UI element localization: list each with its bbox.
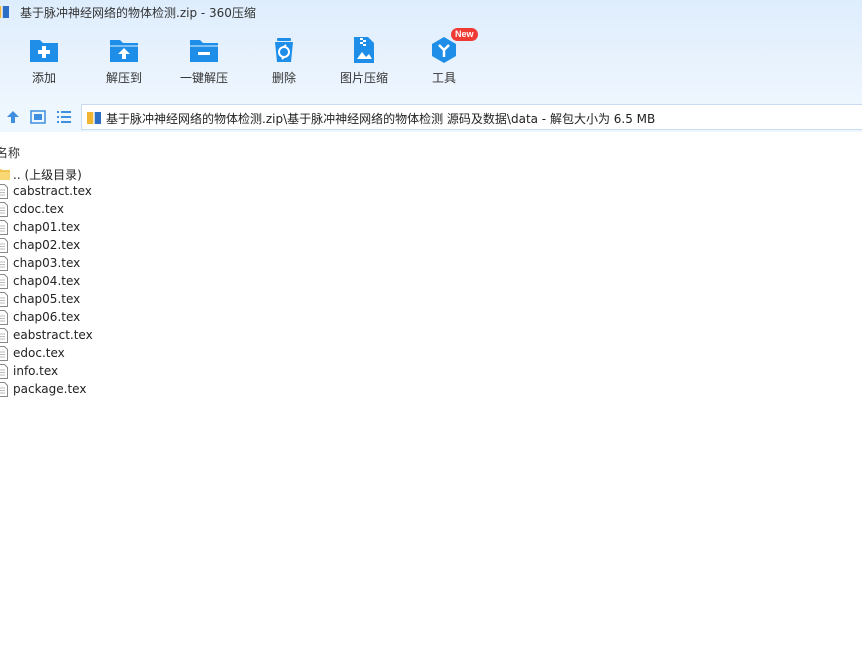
list-item[interactable]: chap05.tex (0, 291, 862, 309)
file-name: .. (上级目录) (13, 168, 82, 182)
file-name: edoc.tex (13, 346, 65, 360)
delete-icon (244, 36, 324, 64)
file-name: cdoc.tex (13, 202, 64, 216)
delete-button[interactable]: 删除 (244, 30, 324, 94)
list-header: 名称 (0, 140, 862, 162)
file-name: chap05.tex (13, 292, 81, 306)
file-name: cabstract.tex (13, 184, 92, 198)
image-compress-icon (324, 36, 404, 64)
file-name: chap03.tex (13, 256, 81, 270)
file-name: info.tex (13, 364, 59, 378)
list-item[interactable]: package.tex (0, 381, 862, 399)
file-name: chap04.tex (13, 274, 81, 288)
one-click-extract-button[interactable]: 一键解压 (164, 30, 244, 94)
list-view-icon[interactable] (55, 108, 73, 126)
address-row: 基于脉冲神经网络的物体检测.zip\基于脉冲神经网络的物体检测 源码及数据\da… (0, 102, 862, 132)
title-bar: 基于脉冲神经网络的物体检测.zip - 360压缩 (0, 0, 862, 24)
archive-app-icon (0, 4, 10, 20)
file-name: chap02.tex (13, 238, 81, 252)
header-area: 基于脉冲神经网络的物体检测.zip - 360压缩 添加 解压到 一键解压 删除… (0, 0, 862, 102)
column-header-name[interactable]: 名称 (0, 144, 20, 161)
thumbnail-view-icon[interactable] (29, 108, 47, 126)
delete-label: 删除 (271, 71, 296, 85)
tools-button[interactable]: New 工具 (404, 28, 484, 94)
extract-to-label: 解压到 (105, 71, 142, 85)
app-window: 基于脉冲神经网络的物体检测.zip - 360压缩 添加 解压到 一键解压 删除… (0, 0, 862, 670)
list-item[interactable]: info.tex (0, 363, 862, 381)
list-item[interactable]: chap06.tex (0, 309, 862, 327)
window-title: 基于脉冲神经网络的物体检测.zip - 360压缩 (20, 6, 256, 20)
address-path: 基于脉冲神经网络的物体检测.zip\基于脉冲神经网络的物体检测 源码及数据\da… (106, 112, 656, 126)
image-compress-label: 图片压缩 (339, 71, 388, 85)
file-list: .. (上级目录) cabstract.tex cdoc.tex chap01.… (0, 165, 862, 399)
extract-to-button[interactable]: 解压到 (84, 30, 164, 94)
add-button[interactable]: 添加 (4, 30, 84, 94)
tools-label: 工具 (431, 71, 456, 85)
file-icon (0, 382, 8, 401)
file-name: chap01.tex (13, 220, 81, 234)
new-badge: New (451, 28, 478, 41)
archive-icon (86, 110, 102, 130)
toolbar: 添加 解压到 一键解压 删除 图片压缩 New 工具 (0, 28, 862, 94)
one-click-extract-label: 一键解压 (179, 71, 228, 85)
file-name: chap06.tex (13, 310, 81, 324)
address-bar[interactable]: 基于脉冲神经网络的物体检测.zip\基于脉冲神经网络的物体检测 源码及数据\da… (81, 104, 862, 130)
image-compress-button[interactable]: 图片压缩 (324, 30, 404, 94)
list-item[interactable]: chap01.tex (0, 219, 862, 237)
list-item-parent-folder[interactable]: .. (上级目录) (0, 165, 862, 183)
add-icon (4, 36, 84, 64)
extract-to-icon (84, 36, 164, 64)
one-click-extract-icon (164, 36, 244, 64)
list-item[interactable]: chap03.tex (0, 255, 862, 273)
list-item[interactable]: eabstract.tex (0, 327, 862, 345)
file-name: package.tex (13, 382, 87, 396)
list-item[interactable]: cdoc.tex (0, 201, 862, 219)
list-item[interactable]: edoc.tex (0, 345, 862, 363)
add-label: 添加 (31, 71, 56, 85)
up-arrow-icon[interactable] (4, 108, 22, 126)
list-item[interactable]: chap04.tex (0, 273, 862, 291)
list-item[interactable]: cabstract.tex (0, 183, 862, 201)
file-name: eabstract.tex (13, 328, 93, 342)
list-item[interactable]: chap02.tex (0, 237, 862, 255)
